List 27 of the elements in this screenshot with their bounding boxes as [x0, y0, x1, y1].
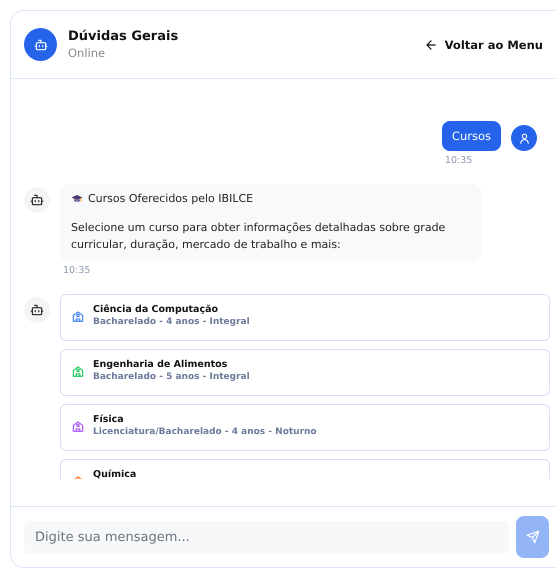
back-button[interactable]: Voltar ao Menu	[424, 38, 543, 52]
course-details: Bacharelado - 5 anos - Integral	[93, 372, 250, 382]
user-icon	[518, 132, 530, 144]
message-input[interactable]: Digite sua mensagem...	[24, 520, 509, 554]
graduation-cap-icon	[71, 192, 83, 204]
robot-icon	[30, 303, 44, 317]
course-card[interactable]: Física Licenciatura/Bacharelado - 4 anos - Noturno	[60, 404, 550, 451]
course-card[interactable]: Química	[60, 459, 550, 479]
course-details: Bacharelado - 4 anos - Integral	[93, 317, 250, 327]
course-details: Licenciatura/Bacharelado - 4 anos - Noturno	[93, 427, 317, 437]
course-name: Ciência da Computação	[93, 304, 220, 315]
back-arrow-icon	[424, 38, 438, 52]
robot-icon	[30, 193, 44, 207]
message-time: 10:35	[444, 155, 472, 166]
course-name: Química	[93, 469, 136, 479]
robot-icon	[34, 38, 48, 52]
chat-title: Dúvidas Gerais	[68, 29, 180, 44]
send-icon	[526, 530, 540, 544]
status-text: Online	[68, 46, 106, 60]
user-message: Cursos	[442, 121, 501, 151]
course-card[interactable]: Ciência da Computação Bacharelado - 4 anos - Integral	[60, 294, 550, 341]
course-name: Engenharia de Alimentos	[93, 359, 228, 370]
message-time: 10:35	[63, 265, 92, 276]
course-name: Física	[93, 414, 125, 425]
course-card[interactable]: Engenharia de Alimentos Bacharelado - 5 anos - Integral	[60, 349, 550, 396]
message-text: Selecione um curso para obter informações detalhadas sobre grade curricular, duração, mercado de trabalho e mais:	[71, 220, 446, 253]
message-title: Cursos Oferecidos pelo IBILCE	[88, 192, 254, 205]
